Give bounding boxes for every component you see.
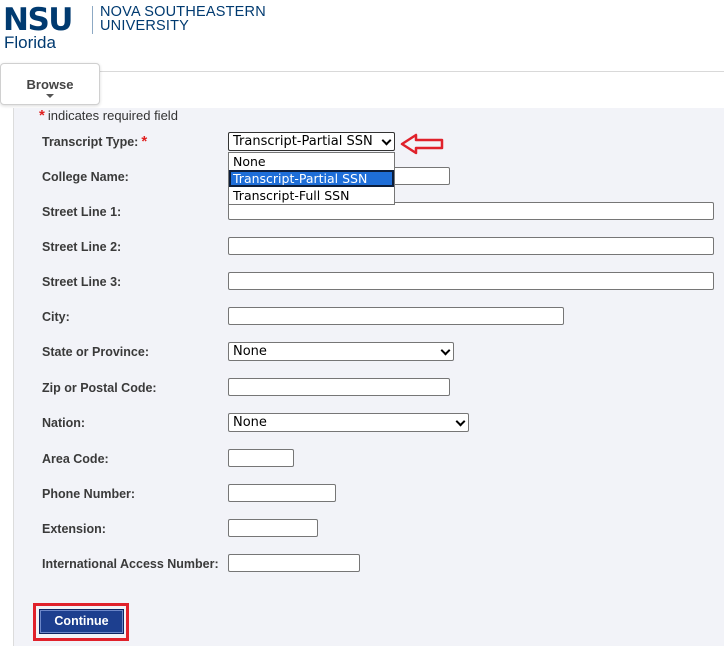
street-line-2-input[interactable]: [228, 237, 714, 255]
required-field-note: * indicates required field: [39, 107, 178, 124]
transcript-type-dropdown[interactable]: None Transcript-Partial SSN Transcript-F…: [228, 152, 395, 205]
required-note-text: indicates required field: [47, 108, 178, 123]
site-header: NSU Florida NOVA SOUTHEASTERN UNIVERSITY: [0, 0, 724, 72]
phone-number-label: Phone Number:: [42, 487, 136, 501]
logo-divider: [92, 6, 93, 34]
logo-name-line1: NOVA SOUTHEASTERN: [100, 4, 266, 20]
dropdown-option-partial-ssn[interactable]: Transcript-Partial SSN: [229, 170, 394, 187]
required-asterisk-icon: *: [141, 133, 148, 150]
dropdown-option-none[interactable]: None: [229, 153, 394, 170]
logo-name-line2: UNIVERSITY: [100, 18, 190, 34]
city-label: City:: [42, 310, 70, 324]
red-arrow-icon: [400, 133, 444, 155]
street-line-2-label: Street Line 2:: [42, 240, 122, 254]
area-code-label: Area Code:: [42, 452, 109, 466]
area-code-input[interactable]: [228, 449, 294, 467]
transcript-type-select[interactable]: Transcript-Partial SSN: [228, 132, 395, 151]
street-line-1-label: Street Line 1:: [42, 205, 122, 219]
state-select[interactable]: None: [228, 342, 454, 361]
college-name-label: College Name:: [42, 170, 129, 184]
logo-university-name: NOVA SOUTHEASTERN UNIVERSITY: [100, 4, 266, 34]
extension-input[interactable]: [228, 519, 318, 537]
transcript-type-label: Transcript Type: *: [42, 133, 147, 150]
street-line-3-input[interactable]: [228, 272, 714, 290]
zip-label: Zip or Postal Code:: [42, 381, 157, 395]
city-input[interactable]: [228, 307, 564, 325]
logo-florida: Florida: [4, 33, 56, 52]
zip-input[interactable]: [228, 378, 450, 396]
chevron-down-icon: [455, 416, 466, 427]
chevron-down-icon: [46, 94, 54, 98]
state-label: State or Province:: [42, 345, 149, 359]
browse-menu-button[interactable]: Browse: [0, 63, 100, 105]
phone-number-input[interactable]: [228, 484, 336, 502]
international-access-input[interactable]: [228, 554, 360, 572]
dropdown-option-full-ssn[interactable]: Transcript-Full SSN: [229, 187, 394, 204]
nation-value: None: [233, 415, 267, 430]
state-value: None: [233, 344, 267, 359]
nation-select[interactable]: None: [228, 413, 469, 432]
international-access-label: International Access Number:: [42, 557, 219, 571]
continue-button[interactable]: Continue: [39, 609, 124, 634]
chevron-down-icon: [381, 135, 392, 146]
browse-label: Browse: [26, 77, 74, 92]
required-asterisk-icon: *: [39, 107, 45, 124]
street-line-3-label: Street Line 3:: [42, 275, 122, 289]
transcript-type-label-text: Transcript Type:: [42, 135, 139, 149]
chevron-down-icon: [440, 345, 451, 356]
transcript-type-value: Transcript-Partial SSN: [233, 134, 373, 149]
extension-label: Extension:: [42, 522, 106, 536]
nation-label: Nation:: [42, 416, 86, 430]
